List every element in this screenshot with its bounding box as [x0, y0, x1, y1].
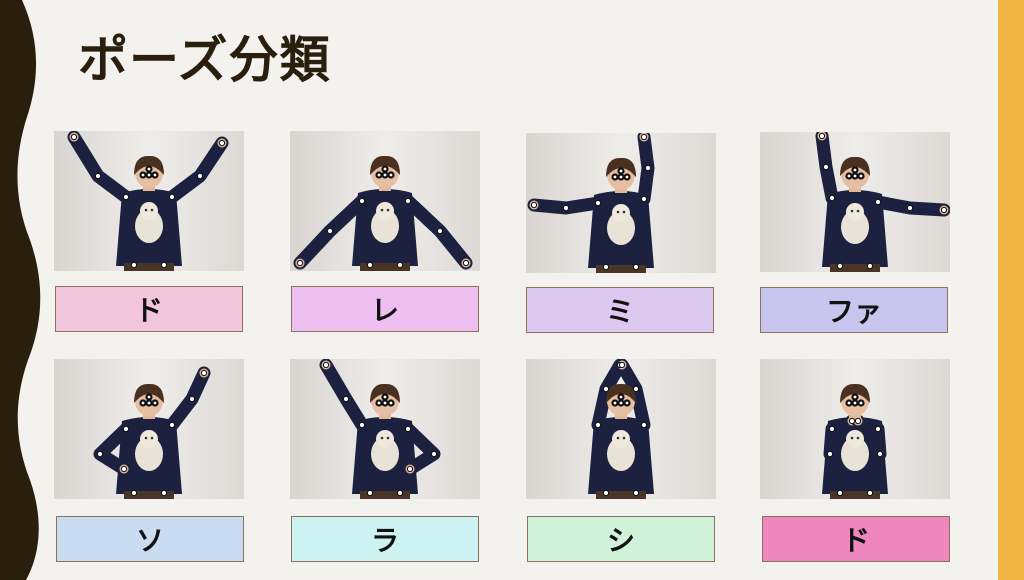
pose-photo: [760, 132, 950, 272]
pose-label-box: ド: [762, 516, 950, 562]
pose-photo: [760, 359, 950, 499]
pose-photo: [54, 359, 244, 499]
pose-label: シ: [606, 524, 635, 557]
pose-photo: [526, 359, 716, 499]
pose-label: レ: [370, 294, 399, 327]
accent-side-bar: [998, 0, 1024, 580]
pose-label-box: ド: [55, 286, 243, 332]
pose-photo: [290, 131, 480, 271]
pose-label-box: ミ: [526, 287, 714, 333]
pose-photo: [526, 133, 716, 273]
pose-label-box: シ: [527, 516, 715, 562]
pose-label: ド: [841, 524, 870, 557]
pose-label: ド: [134, 294, 163, 327]
decorative-wave-band: [0, 0, 41, 580]
pose-label-box: ファ: [760, 287, 948, 333]
pose-label: ミ: [605, 295, 634, 328]
pose-label: ファ: [825, 295, 882, 328]
pose-photo: [54, 131, 244, 271]
pose-photo: [290, 359, 480, 499]
page-title: ポーズ分類: [78, 31, 331, 89]
pose-label-box: ソ: [56, 516, 244, 562]
pose-label-box: レ: [291, 286, 479, 332]
pose-label: ラ: [370, 524, 399, 557]
pose-label: ソ: [135, 524, 164, 557]
pose-label-box: ラ: [291, 516, 479, 562]
